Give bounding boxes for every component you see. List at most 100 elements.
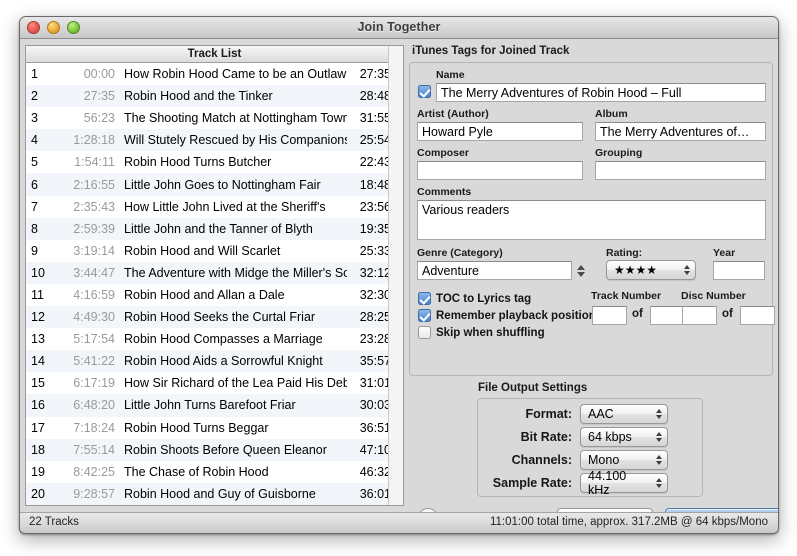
album-label: Album (595, 108, 628, 120)
samplerate-popup[interactable]: 44.100 kHz (580, 469, 668, 497)
track-start-cell: 4:49:30 (73, 310, 115, 325)
track-number-cell: 8 (31, 221, 38, 236)
window-body: Track List 1 00:00 How Robin Hood Came to … (20, 39, 778, 529)
chevron-updown-icon (656, 409, 662, 419)
rating-stars: ★★★★ (614, 263, 658, 277)
rating-label: Rating: (606, 247, 643, 259)
channels-popup[interactable]: Mono (580, 450, 668, 470)
track-title-cell: Robin Hood and the Tinker (124, 89, 273, 104)
table-row[interactable]: 10 3:44:47 The Adventure with Midge the Mi… (26, 261, 403, 284)
table-row[interactable]: 18 7:55:14 Robin Shoots Before Queen Elean… (26, 438, 403, 461)
table-row[interactable]: 2 27:35 Robin Hood and the Tinker 28:48 (26, 85, 403, 108)
toc-to-lyrics-checkbox[interactable] (418, 292, 431, 305)
remember-position-checkbox-row[interactable]: Remember playback position (418, 308, 596, 323)
track-total-field[interactable] (650, 306, 685, 325)
remember-position-checkbox[interactable] (418, 309, 431, 322)
track-start-cell: 4:16:59 (73, 287, 115, 302)
channels-value: Mono (588, 453, 620, 467)
track-list-scrollbar[interactable] (388, 46, 403, 505)
track-number-cell: 10 (31, 265, 45, 280)
table-row[interactable]: 19 8:42:25 The Chase of Robin Hood 46:32 (26, 460, 403, 483)
track-number-cell: 15 (31, 376, 45, 391)
table-row[interactable]: 8 2:59:39 Little John and the Tanner of Bl… (26, 217, 403, 240)
rating-popup[interactable]: ★★★★ (606, 260, 696, 280)
file-output-group: Format: AAC Bit Rate: 64 kbps Channels: … (477, 398, 703, 497)
track-number-cell: 7 (31, 199, 38, 214)
year-label: Year (713, 247, 736, 259)
disc-number-field[interactable] (682, 306, 717, 325)
table-row[interactable]: 4 1:28:18 Will Stutely Rescued by His Comp… (26, 129, 403, 152)
track-list-panel: Track List 1 00:00 How Robin Hood Came to … (25, 45, 404, 506)
track-start-cell: 9:28:57 (73, 486, 115, 501)
track-number-cell: 13 (31, 332, 45, 347)
skip-shuffling-checkbox-row[interactable]: Skip when shuffling (418, 325, 545, 340)
table-row[interactable]: 15 6:17:19 How Sir Richard of the Lea Paid… (26, 372, 403, 395)
track-list-header: Track List (26, 46, 403, 63)
track-start-cell: 56:23 (83, 111, 115, 126)
table-row[interactable]: 7 2:35:43 How Little John Lived at the She… (26, 195, 403, 218)
name-field[interactable]: The Merry Adventures of Robin Hood – Ful… (436, 83, 766, 102)
table-row[interactable]: 14 5:41:22 Robin Hood Aids a Sorrowful Kni… (26, 350, 403, 373)
composer-field[interactable] (417, 161, 583, 180)
track-start-cell: 2:16:55 (73, 177, 115, 192)
track-number-field[interactable] (592, 306, 627, 325)
name-checkbox[interactable] (418, 85, 431, 98)
track-title-cell: Little John Goes to Nottingham Fair (124, 177, 321, 192)
bitrate-label: Bit Rate: (520, 430, 572, 444)
comments-field[interactable]: Various readers (417, 200, 766, 240)
file-output-title: File Output Settings (478, 382, 588, 394)
skip-shuffling-checkbox[interactable] (418, 326, 431, 339)
track-list-rows[interactable]: 1 00:00 How Robin Hood Came to be an Outla… (26, 63, 403, 505)
track-start-cell: 6:17:19 (73, 376, 115, 391)
table-row[interactable]: 17 7:18:24 Robin Hood Turns Beggar 36:51 (26, 416, 403, 439)
album-field[interactable]: The Merry Adventures of… (595, 122, 766, 141)
status-track-count: 22 Tracks (29, 516, 79, 528)
bitrate-popup[interactable]: 64 kbps (580, 427, 668, 447)
chevron-updown-icon (656, 478, 662, 488)
disc-number-label: Disc Number (681, 290, 746, 302)
track-number-cell: 19 (31, 464, 45, 479)
chevron-updown-icon (656, 455, 662, 465)
track-title-cell: Robin Hood Aids a Sorrowful Knight (124, 354, 323, 369)
window-title: Join Together (357, 20, 441, 34)
disc-total-field[interactable] (740, 306, 775, 325)
chevron-updown-icon (656, 432, 662, 442)
year-field[interactable] (713, 261, 765, 280)
itunes-tags-title: iTunes Tags for Joined Track (412, 45, 570, 57)
track-title-cell: Robin Hood Turns Butcher (124, 155, 272, 170)
track-title-cell: Little John and the Tanner of Blyth (124, 221, 313, 236)
table-row[interactable]: 6 2:16:55 Little John Goes to Nottingham F… (26, 173, 403, 196)
format-popup[interactable]: AAC (580, 404, 668, 424)
app-window: Join Together Track List 1 00:00 How Robin… (19, 16, 779, 534)
track-start-cell: 7:55:14 (73, 442, 115, 457)
genre-stepper[interactable] (575, 261, 586, 280)
table-row[interactable]: 11 4:16:59 Robin Hood and Allan a Dale 32:3… (26, 283, 403, 307)
table-row[interactable]: 20 9:28:57 Robin Hood and Guy of Guisborne… (26, 482, 403, 505)
table-row[interactable]: 3 56:23 The Shooting Match at Nottingham T… (26, 107, 403, 130)
title-bar[interactable]: Join Together (20, 17, 778, 39)
track-number-cell: 2 (31, 89, 38, 104)
table-row[interactable]: 16 6:48:20 Little John Turns Barefoot Fria… (26, 394, 403, 417)
grouping-field[interactable] (595, 161, 766, 180)
table-row[interactable]: 12 4:49:30 Robin Hood Seeks the Curtal Fri… (26, 306, 403, 329)
remember-position-label: Remember playback position (436, 309, 596, 322)
artist-field[interactable]: Howard Pyle (417, 122, 583, 141)
track-start-cell: 7:18:24 (73, 420, 115, 435)
composer-label: Composer (417, 147, 469, 159)
track-start-cell: 1:28:18 (73, 133, 115, 148)
track-number-cell: 4 (31, 133, 38, 148)
track-start-cell: 5:41:22 (73, 354, 115, 369)
table-row[interactable]: 1 00:00 How Robin Hood Came to be an Outla… (26, 63, 403, 86)
track-title-cell: Will Stutely Rescued by His Companions (124, 133, 347, 148)
track-title-cell: Little John Turns Barefoot Friar (124, 398, 296, 413)
table-row[interactable]: 13 5:17:54 Robin Hood Compasses a Marriage… (26, 328, 403, 351)
track-start-cell: 3:19:14 (73, 243, 115, 258)
toc-to-lyrics-checkbox-row[interactable]: TOC to Lyrics tag (418, 291, 531, 306)
track-start-cell: 6:48:20 (73, 398, 115, 413)
track-number-cell: 6 (31, 177, 38, 192)
track-number-cell: 3 (31, 111, 38, 126)
genre-label: Genre (Category) (417, 247, 503, 259)
genre-field[interactable]: Adventure (417, 261, 572, 280)
table-row[interactable]: 5 1:54:11 Robin Hood Turns Butcher 22:43 (26, 151, 403, 174)
table-row[interactable]: 9 3:19:14 Robin Hood and Will Scarlet 25:33 (26, 239, 403, 262)
